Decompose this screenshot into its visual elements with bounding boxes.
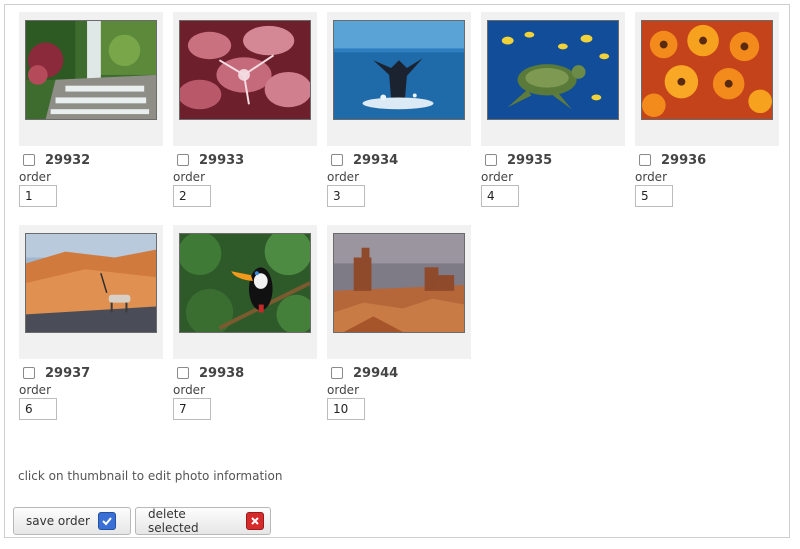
delete-selected-button[interactable]: delete selected (135, 507, 271, 535)
select-checkbox[interactable] (331, 154, 343, 166)
thumbnail-frame (173, 12, 317, 146)
thumbnail-frame (481, 12, 625, 146)
order-input[interactable] (19, 185, 57, 207)
order-input[interactable] (19, 398, 57, 420)
select-checkbox[interactable] (485, 154, 497, 166)
photo-id-line: 29935 (481, 152, 625, 168)
order-input[interactable] (481, 185, 519, 207)
order-label: order (173, 170, 205, 184)
order-label: order (327, 383, 359, 397)
checkmark-icon (97, 512, 116, 530)
save-order-button[interactable]: save order (13, 507, 131, 535)
photo-thumbnail-waterfall[interactable] (25, 20, 157, 120)
photo-id: 29934 (353, 152, 399, 168)
order-input[interactable] (327, 185, 365, 207)
photo-thumbnail-turtle[interactable] (487, 20, 619, 120)
select-checkbox[interactable] (639, 154, 651, 166)
delete-selected-label: delete selected (148, 507, 199, 535)
photo-thumbnail-flowers[interactable] (641, 20, 773, 120)
photo-id: 29933 (199, 152, 245, 168)
photo-manager-panel: 29932 order 1 29933 order 2 29934 order … (4, 4, 790, 538)
photo-id-line: 29937 (19, 365, 163, 381)
photo-id: 29938 (199, 365, 245, 381)
photo-grid: 29932 order 1 29933 order 2 29934 order … (19, 12, 799, 438)
photo-card-29937: 29937 order (19, 225, 163, 420)
photo-id: 29936 (661, 152, 707, 168)
order-input[interactable] (635, 185, 673, 207)
thumbnail-frame (327, 225, 471, 359)
photo-thumbnail-toucan[interactable] (179, 233, 311, 333)
photo-id: 29932 (45, 152, 91, 168)
order-input[interactable] (173, 185, 211, 207)
thumbnail-frame (327, 12, 471, 146)
photo-card-29936: 29936 order (635, 12, 779, 207)
photo-id: 29935 (507, 152, 553, 168)
delete-x-icon (246, 512, 264, 530)
photo-thumbnail-leaves[interactable] (179, 20, 311, 120)
order-label: order (173, 383, 205, 397)
thumbnail-frame (173, 225, 317, 359)
photo-id-line: 29944 (327, 365, 471, 381)
order-label: order (19, 170, 51, 184)
photo-row-1: 29932 order 1 29933 order 2 29934 order … (19, 12, 799, 207)
select-checkbox[interactable] (331, 367, 343, 379)
order-label: order (19, 383, 51, 397)
photo-id: 29944 (353, 365, 399, 381)
photo-card-29933: 29933 order (173, 12, 317, 207)
thumbnail-frame (635, 12, 779, 146)
select-checkbox[interactable] (23, 154, 35, 166)
thumbnail-frame (19, 12, 163, 146)
photo-card-29938: 29938 order (173, 225, 317, 420)
photo-id-line: 29936 (635, 152, 779, 168)
photo-thumbnail-whale[interactable] (333, 20, 465, 120)
order-input[interactable] (173, 398, 211, 420)
photo-card-29934: 29934 order (327, 12, 471, 207)
order-label: order (635, 170, 667, 184)
photo-card-29944: 29944 order (327, 225, 471, 420)
order-label: order (327, 170, 359, 184)
photo-id-line: 29933 (173, 152, 317, 168)
photo-card-29935: 29935 order (481, 12, 625, 207)
order-input[interactable] (327, 398, 365, 420)
photo-thumbnail-desert[interactable] (25, 233, 157, 333)
photo-id: 29937 (45, 365, 91, 381)
photo-row-2: 29937 order 6 29938 order 7 29944 order … (19, 225, 799, 420)
select-checkbox[interactable] (177, 367, 189, 379)
order-label: order (481, 170, 513, 184)
photo-id-line: 29934 (327, 152, 471, 168)
edit-hint-text: click on thumbnail to edit photo informa… (18, 469, 283, 483)
select-checkbox[interactable] (177, 154, 189, 166)
photo-card-29932: 29932 order (19, 12, 163, 207)
save-order-label: save order (26, 514, 90, 528)
photo-thumbnail-monument-valley[interactable] (333, 233, 465, 333)
photo-id-line: 29932 (19, 152, 163, 168)
thumbnail-frame (19, 225, 163, 359)
photo-id-line: 29938 (173, 365, 317, 381)
select-checkbox[interactable] (23, 367, 35, 379)
